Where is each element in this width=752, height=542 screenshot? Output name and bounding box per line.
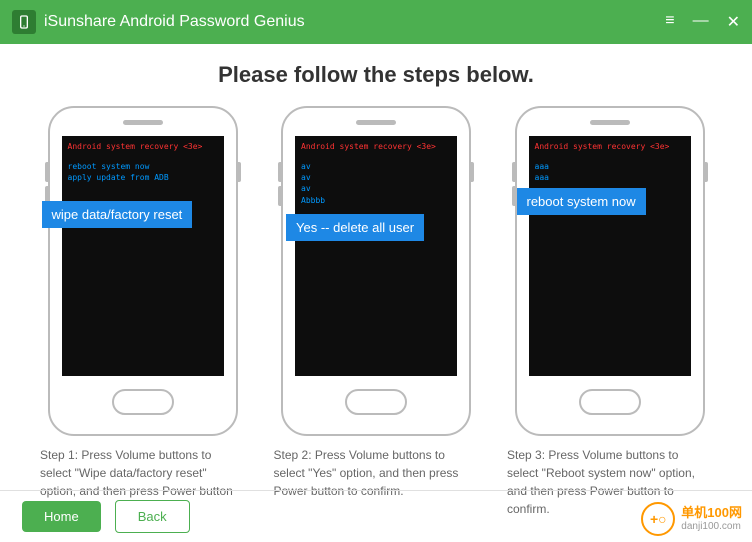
watermark-icon: +○	[641, 502, 675, 536]
recovery-option: aaa	[535, 172, 685, 183]
app-title: iSunshare Android Password Genius	[44, 13, 665, 31]
step-2: Android system recovery <3e> av av av Ab…	[274, 106, 479, 518]
steps-container: Android system recovery <3e> reboot syst…	[40, 106, 712, 518]
watermark-url: danji100.com	[681, 521, 742, 532]
phone-home-button	[579, 389, 641, 415]
minimize-icon[interactable]: —	[693, 12, 709, 32]
phone-mockup-2: Android system recovery <3e> av av av Ab…	[281, 106, 471, 436]
callout-label-3: reboot system now	[517, 188, 646, 215]
phone-speaker	[590, 120, 630, 125]
callout-label-1: wipe data/factory reset	[42, 201, 193, 228]
phone-screen-3: Android system recovery <3e> aaa aaa	[529, 136, 691, 376]
menu-icon[interactable]: ≡	[665, 12, 674, 32]
step-3: Android system recovery <3e> aaa aaa reb…	[507, 106, 712, 518]
phone-screen-2: Android system recovery <3e> av av av Ab…	[295, 136, 457, 376]
page-title: Please follow the steps below.	[40, 62, 712, 88]
close-icon[interactable]: ✕	[727, 12, 740, 32]
power-button	[238, 162, 241, 182]
phone-speaker	[356, 120, 396, 125]
power-button	[705, 162, 708, 182]
callout-label-2: Yes -- delete all user	[286, 214, 424, 241]
watermark-name: 单机100网	[681, 506, 742, 520]
watermark: +○ 单机100网 danji100.com	[641, 502, 742, 536]
recovery-option: av	[301, 172, 451, 183]
phone-mockup-1: Android system recovery <3e> reboot syst…	[48, 106, 238, 436]
recovery-header: Android system recovery <3e>	[535, 142, 685, 151]
phone-mockup-3: Android system recovery <3e> aaa aaa reb…	[515, 106, 705, 436]
phone-screen-1: Android system recovery <3e> reboot syst…	[62, 136, 224, 376]
recovery-option: aaa	[535, 161, 685, 172]
recovery-header: Android system recovery <3e>	[301, 142, 451, 151]
home-button[interactable]: Home	[22, 501, 101, 532]
recovery-option: av	[301, 183, 451, 194]
app-icon	[12, 10, 36, 34]
recovery-header: Android system recovery <3e>	[68, 142, 218, 151]
back-button[interactable]: Back	[115, 500, 190, 533]
recovery-option: Abbbb	[301, 195, 451, 206]
recovery-option: av	[301, 161, 451, 172]
recovery-option: reboot system now	[68, 161, 218, 172]
phone-home-button	[345, 389, 407, 415]
recovery-option: apply update from ADB	[68, 172, 218, 183]
power-button	[471, 162, 474, 182]
phone-speaker	[123, 120, 163, 125]
main-content: Please follow the steps below. Android s…	[0, 44, 752, 518]
footer: Home Back	[0, 490, 752, 542]
window-controls: ≡ — ✕	[665, 12, 740, 32]
step-1: Android system recovery <3e> reboot syst…	[40, 106, 245, 518]
titlebar: iSunshare Android Password Genius ≡ — ✕	[0, 0, 752, 44]
phone-home-button	[112, 389, 174, 415]
